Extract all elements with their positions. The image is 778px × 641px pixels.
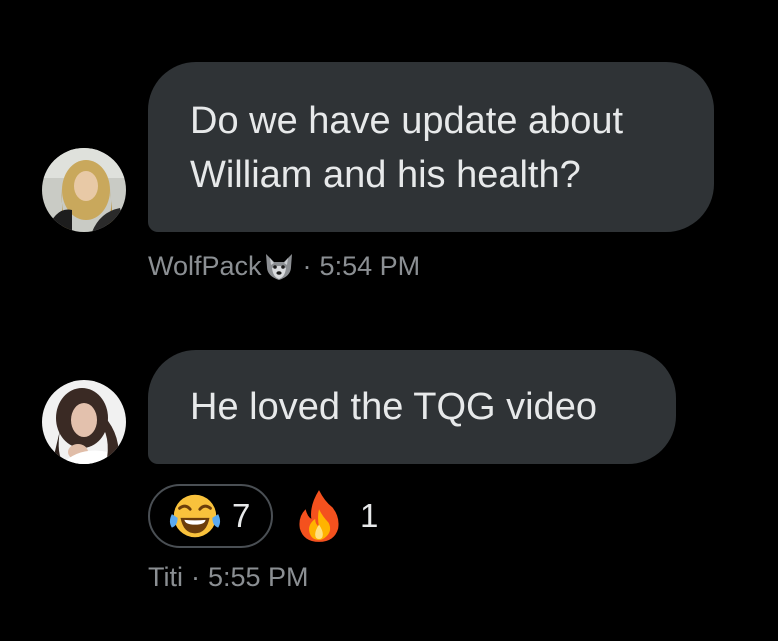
message-text: He loved the TQG video (190, 386, 597, 428)
sender-name[interactable]: Titi (148, 562, 183, 593)
message-bubble[interactable]: Do we have update about William and his … (148, 62, 714, 232)
meta-separator: · (191, 562, 200, 592)
reaction-tears-of-joy[interactable]: 7 (148, 484, 273, 548)
wolf-face-icon (265, 253, 292, 280)
avatar[interactable] (42, 148, 126, 232)
message-text: Do we have update about William and his … (190, 100, 624, 196)
reaction-fire[interactable]: 1 (296, 484, 378, 548)
sender-name[interactable]: WolfPack (148, 251, 262, 282)
message-bubble[interactable]: He loved the TQG video (148, 350, 676, 464)
message-timestamp: 5:55 PM (208, 562, 309, 592)
reaction-count: 1 (360, 497, 379, 534)
message-meta: WolfPack · 5:54 PM (148, 251, 420, 282)
avatar-image-brunette (42, 380, 126, 464)
avatar-image-blonde (42, 148, 126, 232)
message-meta: Titi · 5:55 PM (148, 562, 309, 593)
fire-emoji-icon (299, 490, 339, 542)
tears-of-joy-emoji-icon (169, 494, 221, 538)
reaction-count: 7 (232, 497, 251, 534)
avatar[interactable] (42, 380, 126, 464)
message-timestamp: 5:54 PM (319, 251, 421, 281)
meta-separator: · (302, 251, 312, 281)
